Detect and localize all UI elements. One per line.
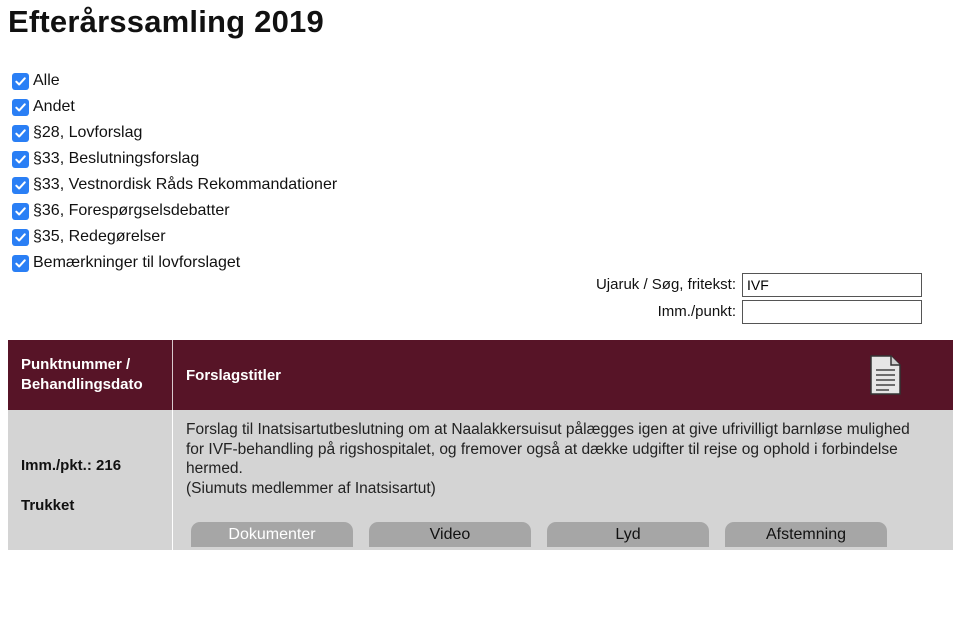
- filter-motions[interactable]: §33, Beslutningsforslag: [12, 146, 337, 172]
- tab-documents[interactable]: Dokumenter: [191, 522, 353, 547]
- freetext-search-row: Ujaruk / Søg, fritekst:: [596, 271, 922, 298]
- checkbox-checked-icon[interactable]: [12, 150, 29, 168]
- item-search-row: Imm./punkt:: [596, 298, 922, 325]
- table-header: Punktnummer / Behandlingsdato Forslagsti…: [8, 340, 953, 410]
- checkbox-checked-icon[interactable]: [12, 72, 29, 90]
- item-number-input[interactable]: [742, 299, 922, 324]
- search-form: Ujaruk / Søg, fritekst: Imm./punkt:: [596, 271, 922, 325]
- proposer: (Siumuts medlemmer af Inatsisartut): [186, 479, 436, 497]
- tab-audio[interactable]: Lyd: [547, 522, 709, 547]
- tab-video[interactable]: Video: [369, 522, 531, 547]
- column-header-line: Punktnummer /: [21, 356, 131, 373]
- column-header-item-date: Punktnummer / Behandlingsdato: [8, 340, 173, 410]
- filter-other[interactable]: Andet: [12, 94, 337, 120]
- filter-label: §33, Beslutningsforslag: [33, 150, 200, 167]
- table-row: Imm./pkt.: 216 Trukket Forslag til Inats…: [8, 410, 953, 550]
- column-header-label: Forslagstitler: [186, 366, 282, 384]
- filter-label: Andet: [33, 98, 75, 115]
- checkbox-checked-icon[interactable]: [12, 176, 29, 194]
- freetext-search-label: Ujaruk / Søg, fritekst:: [595, 276, 736, 293]
- item-info-cell: Imm./pkt.: 216 Trukket: [8, 410, 173, 550]
- filter-bill-remarks[interactable]: Bemærkninger til lovforslaget: [12, 250, 337, 276]
- checkbox-checked-icon[interactable]: [12, 254, 29, 272]
- proposal-title: Forslag til Inatsisartutbeslutning om at…: [186, 421, 910, 477]
- filter-west-nordic-recommendations[interactable]: §33, Vestnordisk Råds Rekommandationer: [12, 172, 337, 198]
- checkbox-checked-icon[interactable]: [12, 98, 29, 116]
- column-header-line: Behandlingsdato: [21, 376, 143, 393]
- filter-reports[interactable]: §35, Redegørelser: [12, 224, 337, 250]
- media-tabs: Dokumenter Video Lyd Afstemning: [191, 522, 903, 547]
- status-text: Trukket: [21, 497, 75, 514]
- filter-label: Bemærkninger til lovforslaget: [33, 254, 241, 271]
- filter-label: §36, Forespørgselsdebatter: [33, 202, 230, 219]
- proposal-cell: Forslag til Inatsisartutbeslutning om at…: [173, 410, 953, 550]
- document-icon[interactable]: [869, 355, 901, 395]
- category-filter-list: Alle Andet §28, Lovforslag §33, Beslutni…: [12, 68, 337, 276]
- freetext-search-input[interactable]: [742, 272, 922, 297]
- filter-label: §33, Vestnordisk Råds Rekommandationer: [33, 176, 338, 193]
- item-number-label: Imm./punkt:: [657, 303, 736, 320]
- checkbox-checked-icon[interactable]: [12, 124, 29, 142]
- filter-label: §28, Lovforslag: [33, 124, 143, 141]
- tab-voting[interactable]: Afstemning: [725, 522, 887, 547]
- item-number: Imm./pkt.: 216: [21, 457, 122, 474]
- filter-label: §35, Redegørelser: [33, 228, 166, 245]
- proposals-table: Punktnummer / Behandlingsdato Forslagsti…: [8, 340, 953, 550]
- column-header-titles: Forslagstitler: [173, 340, 953, 410]
- checkbox-checked-icon[interactable]: [12, 202, 29, 220]
- filter-bills[interactable]: §28, Lovforslag: [12, 120, 337, 146]
- filter-inquiry-debates[interactable]: §36, Forespørgselsdebatter: [12, 198, 337, 224]
- checkbox-checked-icon[interactable]: [12, 228, 29, 246]
- filter-all[interactable]: Alle: [12, 68, 337, 94]
- page-title: Efterårssamling 2019: [8, 4, 324, 39]
- filter-label: Alle: [33, 72, 60, 89]
